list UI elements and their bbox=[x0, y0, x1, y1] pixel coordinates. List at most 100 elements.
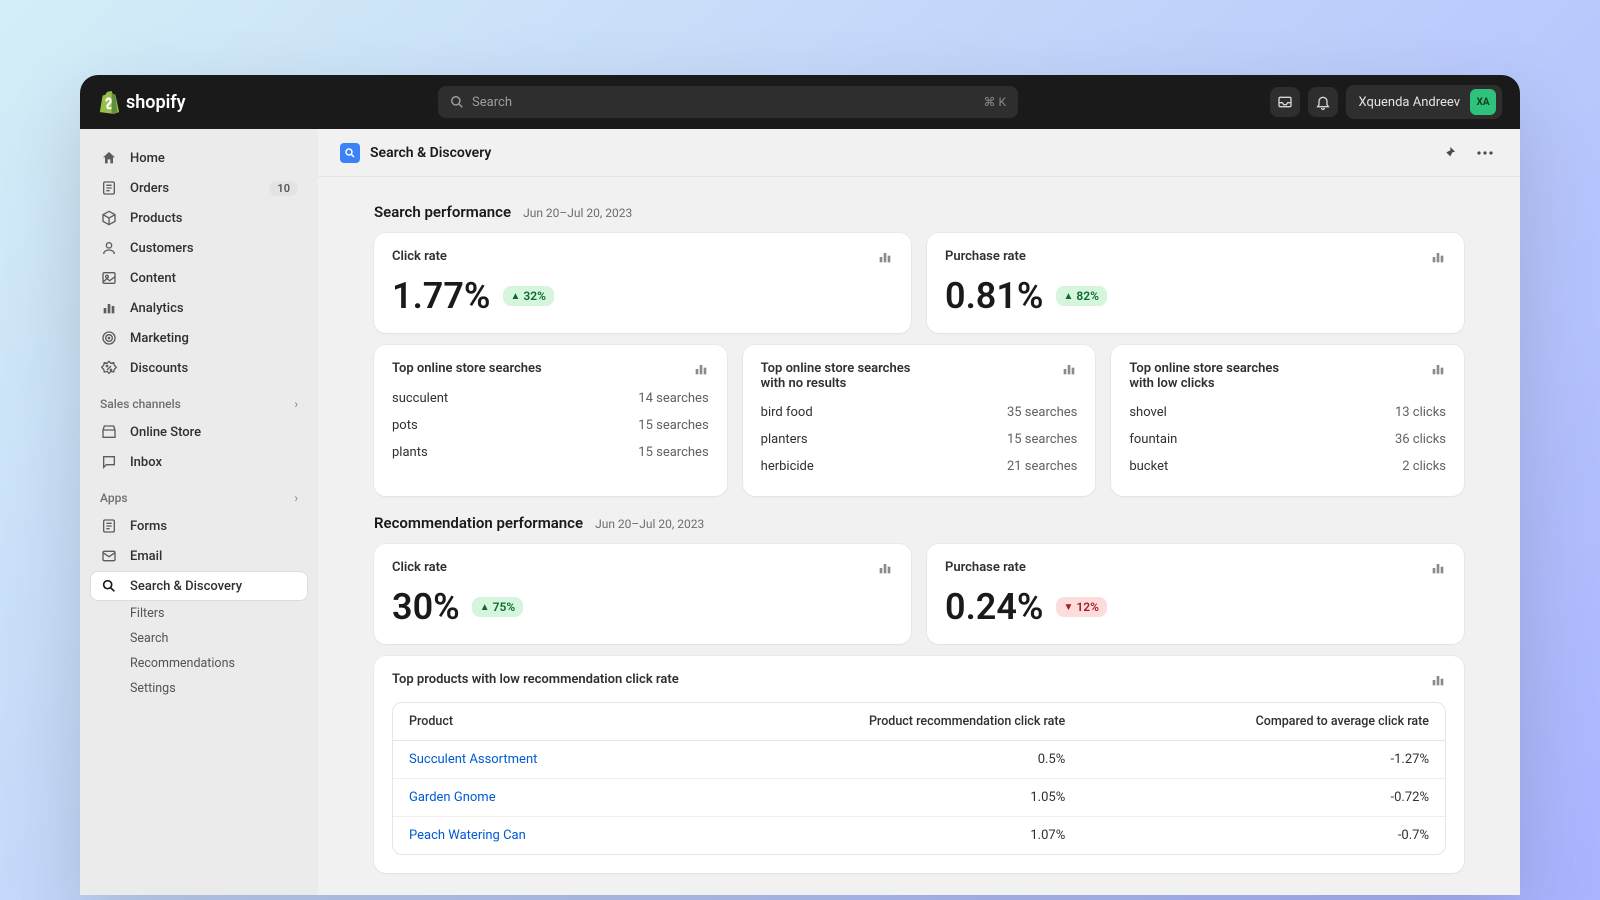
page-app-icon bbox=[340, 143, 360, 163]
inbox-button[interactable] bbox=[1270, 87, 1300, 117]
forms-icon bbox=[100, 517, 118, 535]
metric-label: Click rate bbox=[392, 249, 447, 264]
card-rec-purchase-rate: Purchase rate 0.24% ▼12% bbox=[927, 544, 1464, 644]
card-title: Top online store searches bbox=[392, 361, 542, 376]
sidebar-item-discounts[interactable]: Discounts bbox=[90, 353, 308, 383]
col-rate: Product recommendation click rate bbox=[677, 703, 1081, 741]
card-purchase-rate: Purchase rate 0.81% ▲82% bbox=[927, 233, 1464, 333]
brand-logo: shopify bbox=[98, 90, 186, 114]
sidebar-section-apps: Apps › bbox=[90, 477, 308, 511]
sidebar-sub-filters[interactable]: Filters bbox=[90, 601, 308, 626]
more-button[interactable] bbox=[1472, 140, 1498, 166]
sidebar-sub-recommendations[interactable]: Recommendations bbox=[90, 651, 308, 676]
bar-chart-icon[interactable] bbox=[1430, 361, 1446, 377]
chevron-right-icon[interactable]: › bbox=[294, 491, 298, 505]
global-search-input[interactable]: Search ⌘ K bbox=[438, 86, 1018, 118]
bar-chart-icon[interactable] bbox=[1061, 361, 1077, 377]
search-discovery-icon bbox=[100, 577, 118, 595]
sidebar-item-marketing[interactable]: Marketing bbox=[90, 323, 308, 353]
home-icon bbox=[100, 149, 118, 167]
sidebar-item-online-store[interactable]: Online Store bbox=[90, 417, 308, 447]
metric-value: 30% bbox=[392, 586, 460, 628]
card-title: Top products with low recommendation cli… bbox=[392, 672, 679, 687]
col-product: Product bbox=[393, 703, 677, 741]
list-item: pots15 searches bbox=[392, 412, 709, 439]
card-click-rate: Click rate 1.77% ▲32% bbox=[374, 233, 911, 333]
cell-rate: 1.07% bbox=[677, 817, 1081, 855]
bar-chart-icon[interactable] bbox=[1430, 249, 1446, 265]
bar-chart-icon[interactable] bbox=[877, 560, 893, 576]
metric-value: 0.81% bbox=[945, 275, 1044, 317]
sidebar-item-label: Analytics bbox=[130, 301, 184, 316]
bar-chart-icon[interactable] bbox=[1430, 560, 1446, 576]
metric-label: Click rate bbox=[392, 560, 447, 575]
email-icon bbox=[100, 547, 118, 565]
orders-badge: 10 bbox=[269, 181, 298, 196]
brand-name: shopify bbox=[126, 92, 186, 113]
sidebar-sub-settings[interactable]: Settings bbox=[90, 676, 308, 701]
sidebar-item-email[interactable]: Email bbox=[90, 541, 308, 571]
list-item: bird food35 searches bbox=[761, 399, 1078, 426]
table-row: Succulent Assortment 0.5% -1.27% bbox=[393, 741, 1445, 779]
inbox-icon bbox=[1277, 94, 1293, 110]
metric-label: Purchase rate bbox=[945, 249, 1026, 264]
section-heading: Search performance bbox=[374, 203, 511, 221]
card-title: Top online store searches with no result… bbox=[761, 361, 931, 391]
sidebar-sub-search[interactable]: Search bbox=[90, 626, 308, 651]
chat-icon bbox=[100, 453, 118, 471]
arrow-up-icon: ▲ bbox=[480, 602, 490, 613]
card-rec-click-rate: Click rate 30% ▲75% bbox=[374, 544, 911, 644]
orders-icon bbox=[100, 179, 118, 197]
sidebar-item-label: Content bbox=[130, 271, 176, 286]
sidebar-item-label: Email bbox=[130, 549, 162, 564]
product-link[interactable]: Succulent Assortment bbox=[409, 752, 537, 767]
marketing-icon bbox=[100, 329, 118, 347]
search-placeholder: Search bbox=[472, 95, 512, 110]
date-range: Jun 20–Jul 20, 2023 bbox=[595, 517, 704, 531]
sidebar-item-inbox[interactable]: Inbox bbox=[90, 447, 308, 477]
cell-rate: 0.5% bbox=[677, 741, 1081, 779]
product-link[interactable]: Peach Watering Can bbox=[409, 828, 526, 843]
sidebar-item-analytics[interactable]: Analytics bbox=[90, 293, 308, 323]
avatar: XA bbox=[1470, 89, 1496, 115]
arrow-down-icon: ▼ bbox=[1064, 602, 1074, 613]
list-item: bucket2 clicks bbox=[1129, 453, 1446, 480]
bar-chart-icon[interactable] bbox=[1430, 672, 1446, 688]
notifications-button[interactable] bbox=[1308, 87, 1338, 117]
analytics-icon bbox=[100, 299, 118, 317]
cell-rate: 1.05% bbox=[677, 779, 1081, 817]
metric-delta: ▲75% bbox=[472, 597, 523, 617]
table-row: Peach Watering Can 1.07% -0.7% bbox=[393, 817, 1445, 855]
list-item: herbicide21 searches bbox=[761, 453, 1078, 480]
card-title: Top online store searches with low click… bbox=[1129, 361, 1299, 391]
sidebar-item-label: Forms bbox=[130, 519, 167, 534]
chevron-right-icon[interactable]: › bbox=[294, 397, 298, 411]
sidebar-item-customers[interactable]: Customers bbox=[90, 233, 308, 263]
sidebar-item-search-discovery[interactable]: Search & Discovery bbox=[90, 571, 308, 601]
pin-button[interactable] bbox=[1436, 140, 1462, 166]
list-item: succulent14 searches bbox=[392, 385, 709, 412]
cell-compared: -0.72% bbox=[1081, 779, 1445, 817]
list-item: shovel13 clicks bbox=[1129, 399, 1446, 426]
sidebar-item-content[interactable]: Content bbox=[90, 263, 308, 293]
sidebar-item-label: Discounts bbox=[130, 361, 188, 376]
sidebar-item-products[interactable]: Products bbox=[90, 203, 308, 233]
shopify-bag-icon bbox=[98, 90, 120, 114]
sidebar-item-forms[interactable]: Forms bbox=[90, 511, 308, 541]
bar-chart-icon[interactable] bbox=[693, 361, 709, 377]
section-search-performance: Search performance Jun 20–Jul 20, 2023 bbox=[374, 203, 1464, 221]
metric-delta: ▲82% bbox=[1056, 286, 1107, 306]
sidebar-item-orders[interactable]: Orders 10 bbox=[90, 173, 308, 203]
sidebar-item-label: Search & Discovery bbox=[130, 579, 242, 594]
cell-compared: -1.27% bbox=[1081, 741, 1445, 779]
cell-compared: -0.7% bbox=[1081, 817, 1445, 855]
sidebar-item-home[interactable]: Home bbox=[90, 143, 308, 173]
product-link[interactable]: Garden Gnome bbox=[409, 790, 496, 805]
content-icon bbox=[100, 269, 118, 287]
sidebar-item-label: Online Store bbox=[130, 425, 201, 440]
user-menu[interactable]: Xquenda Andreev XA bbox=[1346, 85, 1502, 119]
user-name: Xquenda Andreev bbox=[1358, 95, 1460, 110]
card-low-rec-products: Top products with low recommendation cli… bbox=[374, 656, 1464, 873]
customers-icon bbox=[100, 239, 118, 257]
bar-chart-icon[interactable] bbox=[877, 249, 893, 265]
